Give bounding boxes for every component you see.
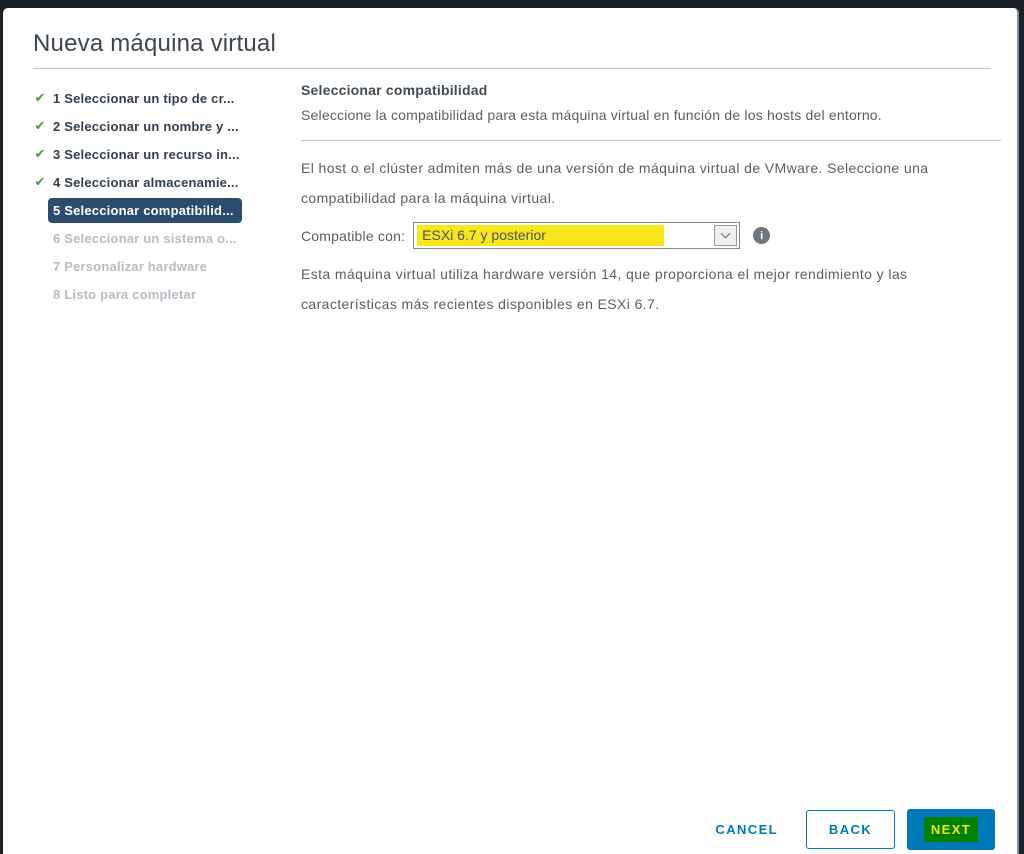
content-divider: [301, 140, 1001, 141]
compatibility-selected-value: ESXi 6.7 y posterior: [417, 225, 664, 246]
wizard-step-5-active[interactable]: 5 Seleccionar compatibilid...: [33, 196, 289, 224]
wizard-step-label: 1 Seleccionar un tipo de cr...: [53, 91, 235, 106]
wizard-step-label: 5 Seleccionar compatibilid...: [48, 198, 242, 223]
chevron-down-icon[interactable]: [714, 225, 737, 246]
wizard-step-7: 7 Personalizar hardware: [33, 252, 289, 280]
wizard-step-6: 6 Seleccionar un sistema o...: [33, 224, 289, 252]
wizard-step-label: 7 Personalizar hardware: [53, 259, 207, 274]
wizard-step-2[interactable]: ✔ 2 Seleccionar un nombre y ...: [33, 112, 289, 140]
next-button[interactable]: NEXT: [907, 809, 995, 850]
wizard-step-8: 8 Listo para completar: [33, 280, 289, 308]
wizard-step-label: 2 Seleccionar un nombre y ...: [53, 119, 239, 134]
wizard-step-label: 4 Seleccionar almacenamie...: [53, 175, 239, 190]
wizard-steps-nav: ✔ 1 Seleccionar un tipo de cr... ✔ 2 Sel…: [33, 84, 289, 308]
wizard-step-4[interactable]: ✔ 4 Seleccionar almacenamie...: [33, 168, 289, 196]
compatibility-select[interactable]: ESXi 6.7 y posterior: [413, 222, 740, 249]
info-icon[interactable]: i: [753, 227, 770, 244]
check-icon: ✔: [33, 90, 47, 106]
wizard-step-label: 6 Seleccionar un sistema o...: [53, 231, 237, 246]
cancel-button[interactable]: CANCEL: [703, 812, 790, 847]
back-button[interactable]: BACK: [806, 810, 895, 849]
next-button-label: NEXT: [924, 817, 978, 842]
title-divider: [33, 68, 991, 69]
wizard-step-1[interactable]: ✔ 1 Seleccionar un tipo de cr...: [33, 84, 289, 112]
content-description: Seleccione la compatibilidad para esta m…: [301, 106, 1001, 125]
wizard-step-3[interactable]: ✔ 3 Seleccionar un recurso in...: [33, 140, 289, 168]
check-icon: ✔: [33, 146, 47, 162]
check-icon: ✔: [33, 174, 47, 190]
hardware-version-text: Esta máquina virtual utiliza hardware ve…: [301, 259, 985, 319]
compatibility-row: Compatible con: ESXi 6.7 y posterior i: [301, 222, 1001, 249]
check-icon: ✔: [33, 118, 47, 134]
compatible-with-label: Compatible con:: [301, 228, 405, 244]
new-vm-wizard-dialog: Nueva máquina virtual ✔ 1 Seleccionar un…: [3, 8, 1019, 854]
wizard-footer: CANCEL BACK NEXT: [703, 809, 995, 850]
content-heading: Seleccionar compatibilidad: [301, 82, 1001, 98]
wizard-step-label: 3 Seleccionar un recurso in...: [53, 147, 240, 162]
compatibility-intro-text: El host o el clúster admiten más de una …: [301, 153, 933, 213]
wizard-step-label: 8 Listo para completar: [53, 287, 196, 302]
step-content-panel: Seleccionar compatibilidad Seleccione la…: [301, 82, 1001, 319]
dialog-title: Nueva máquina virtual: [33, 30, 276, 58]
